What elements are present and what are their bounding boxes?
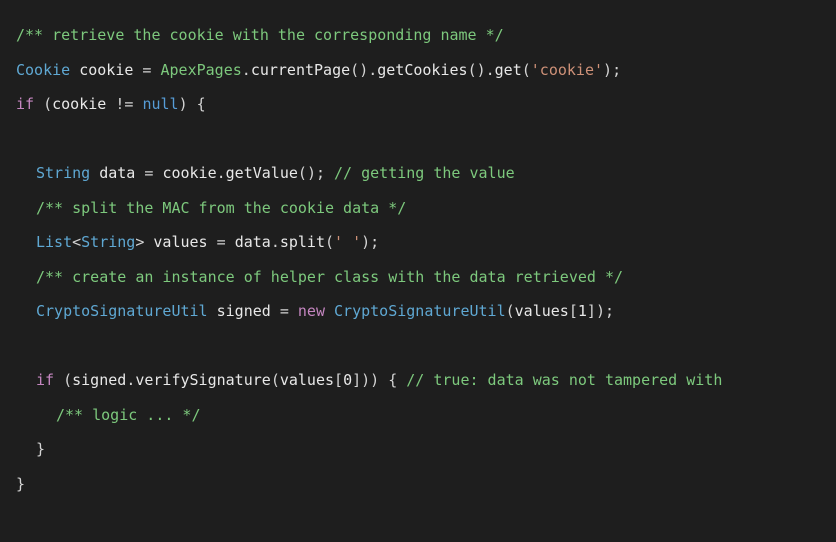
method-split: split bbox=[280, 233, 325, 251]
method-getcookies: getCookies bbox=[377, 61, 467, 79]
comment: /** retrieve the cookie with the corresp… bbox=[16, 26, 504, 44]
keyword-new: new bbox=[298, 302, 325, 320]
code-line-blank-1 bbox=[16, 122, 820, 157]
comment: /** logic ... */ bbox=[56, 406, 201, 424]
comment: /** create an instance of helper class w… bbox=[36, 268, 623, 286]
class-apexpages: ApexPages bbox=[161, 61, 242, 79]
type-cookie: Cookie bbox=[16, 61, 70, 79]
code-line-7: List<String> values = data.split(' '); bbox=[16, 225, 820, 260]
method-get: get bbox=[495, 61, 522, 79]
code-line-11: if (signed.verifySignature(values[0])) {… bbox=[16, 363, 820, 398]
code-line-blank-2 bbox=[16, 329, 820, 364]
string-space: ' ' bbox=[334, 233, 361, 251]
keyword-if: if bbox=[16, 95, 34, 113]
code-line-12: /** logic ... */ bbox=[16, 398, 820, 433]
code-line-1: /** retrieve the cookie with the corresp… bbox=[16, 18, 820, 53]
type-list: List bbox=[36, 233, 72, 251]
comment: /** split the MAC from the cookie data *… bbox=[36, 199, 406, 217]
code-line-14: } bbox=[16, 467, 820, 502]
type-crypto: CryptoSignatureUtil bbox=[36, 302, 208, 320]
comment: // getting the value bbox=[334, 164, 515, 182]
method-currentpage: currentPage bbox=[251, 61, 350, 79]
keyword-null: null bbox=[142, 95, 178, 113]
code-line-6: /** split the MAC from the cookie data *… bbox=[16, 191, 820, 226]
code-line-9: CryptoSignatureUtil signed = new CryptoS… bbox=[16, 294, 820, 329]
code-line-3: if (cookie != null) { bbox=[16, 87, 820, 122]
method-getvalue: getValue bbox=[226, 164, 298, 182]
code-line-8: /** create an instance of helper class w… bbox=[16, 260, 820, 295]
code-line-2: Cookie cookie = ApexPages.currentPage().… bbox=[16, 53, 820, 88]
code-line-5: String data = cookie.getValue(); // gett… bbox=[16, 156, 820, 191]
var-cookie: cookie bbox=[79, 61, 133, 79]
type-string: String bbox=[36, 164, 90, 182]
code-line-13: } bbox=[16, 432, 820, 467]
comment: // true: data was not tampered with bbox=[406, 371, 722, 389]
string-cookie: 'cookie' bbox=[531, 61, 603, 79]
method-verifysignature: verifySignature bbox=[135, 371, 270, 389]
